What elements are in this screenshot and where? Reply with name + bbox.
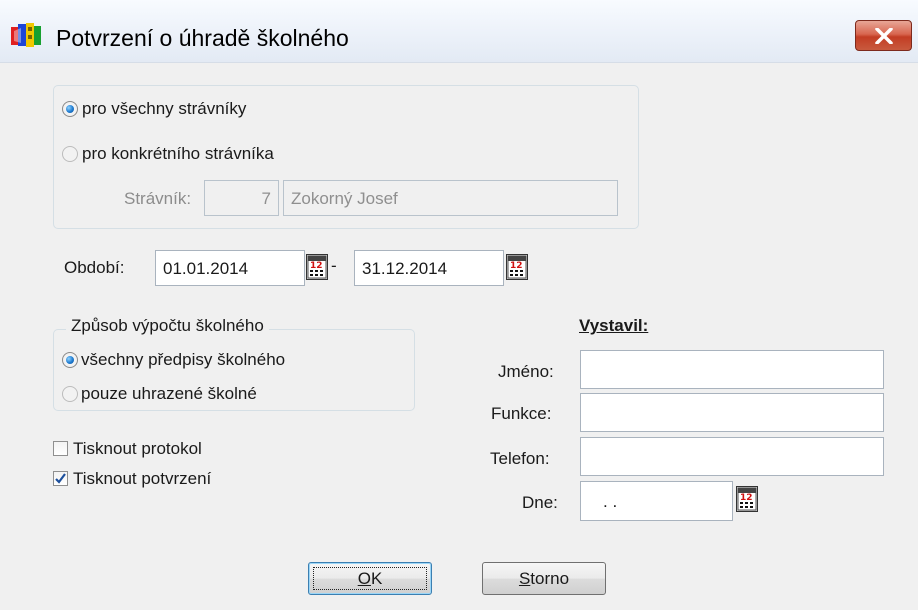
issuer-name-label: Jméno: xyxy=(498,362,554,381)
radio-all-diners-label[interactable]: pro všechny strávníky xyxy=(82,99,246,119)
diner-id-field[interactable]: 7 xyxy=(204,180,279,216)
radio-all-prescriptions[interactable] xyxy=(62,352,78,368)
print-protocol-checkbox[interactable] xyxy=(53,441,68,456)
period-to-field[interactable]: 31.12.2014 xyxy=(354,250,504,286)
diner-name-field[interactable]: Zokorný Josef xyxy=(283,180,618,216)
focus-rectangle xyxy=(313,567,427,590)
radio-selected-dot xyxy=(66,356,74,364)
svg-text:12: 12 xyxy=(740,493,753,503)
issuer-phone-label: Telefon: xyxy=(490,449,550,468)
print-confirmation-label[interactable]: Tisknout potvrzení xyxy=(73,469,211,489)
radio-all-diners[interactable] xyxy=(62,101,78,117)
dialog-window: Potvrzení o úhradě školného pro všechny … xyxy=(0,0,918,610)
issuer-date-field[interactable]: . . xyxy=(580,481,733,521)
radio-all-prescriptions-label[interactable]: všechny předpisy školného xyxy=(81,350,285,370)
radio-single-diner-label[interactable]: pro konkrétního strávníka xyxy=(82,144,274,164)
radio-paid-only[interactable] xyxy=(62,386,78,402)
print-protocol-label[interactable]: Tisknout protokol xyxy=(73,439,202,459)
period-separator: - xyxy=(331,256,337,275)
close-button[interactable] xyxy=(855,20,912,51)
issuer-date-label: Dne: xyxy=(522,493,558,512)
checkmark-icon xyxy=(55,473,66,484)
issuer-name-field[interactable] xyxy=(580,350,884,389)
svg-text:12: 12 xyxy=(310,261,323,271)
calculation-group-legend: Způsob výpočtu školného xyxy=(66,316,269,336)
calendar-icon[interactable]: 12 xyxy=(306,254,328,280)
issuer-function-field[interactable] xyxy=(580,393,884,432)
radio-single-diner[interactable] xyxy=(62,146,78,162)
app-icon xyxy=(11,23,41,47)
cancel-button-rest: torno xyxy=(530,569,570,588)
issuer-phone-field[interactable] xyxy=(580,437,884,476)
calendar-icon[interactable]: 12 xyxy=(736,486,758,512)
print-confirmation-checkbox[interactable] xyxy=(53,471,68,486)
cancel-mnemonic: S xyxy=(518,569,531,588)
svg-text:12: 12 xyxy=(510,261,523,271)
ok-button[interactable]: OK xyxy=(308,562,432,595)
period-from-field[interactable]: 01.01.2014 xyxy=(155,250,305,286)
issuer-function-label: Funkce: xyxy=(491,404,552,423)
issuer-heading: Vystavil: xyxy=(579,316,649,335)
window-title: Potvrzení o úhradě školného xyxy=(56,25,349,51)
cancel-button[interactable]: Storno xyxy=(482,562,606,595)
calendar-icon[interactable]: 12 xyxy=(506,254,528,280)
diner-label: Strávník: xyxy=(124,189,192,208)
title-bar[interactable]: Potvrzení o úhradě školného xyxy=(0,0,918,63)
period-label: Období: xyxy=(64,258,125,277)
close-icon xyxy=(875,28,893,44)
radio-selected-dot xyxy=(66,105,74,113)
radio-paid-only-label[interactable]: pouze uhrazené školné xyxy=(81,384,257,404)
